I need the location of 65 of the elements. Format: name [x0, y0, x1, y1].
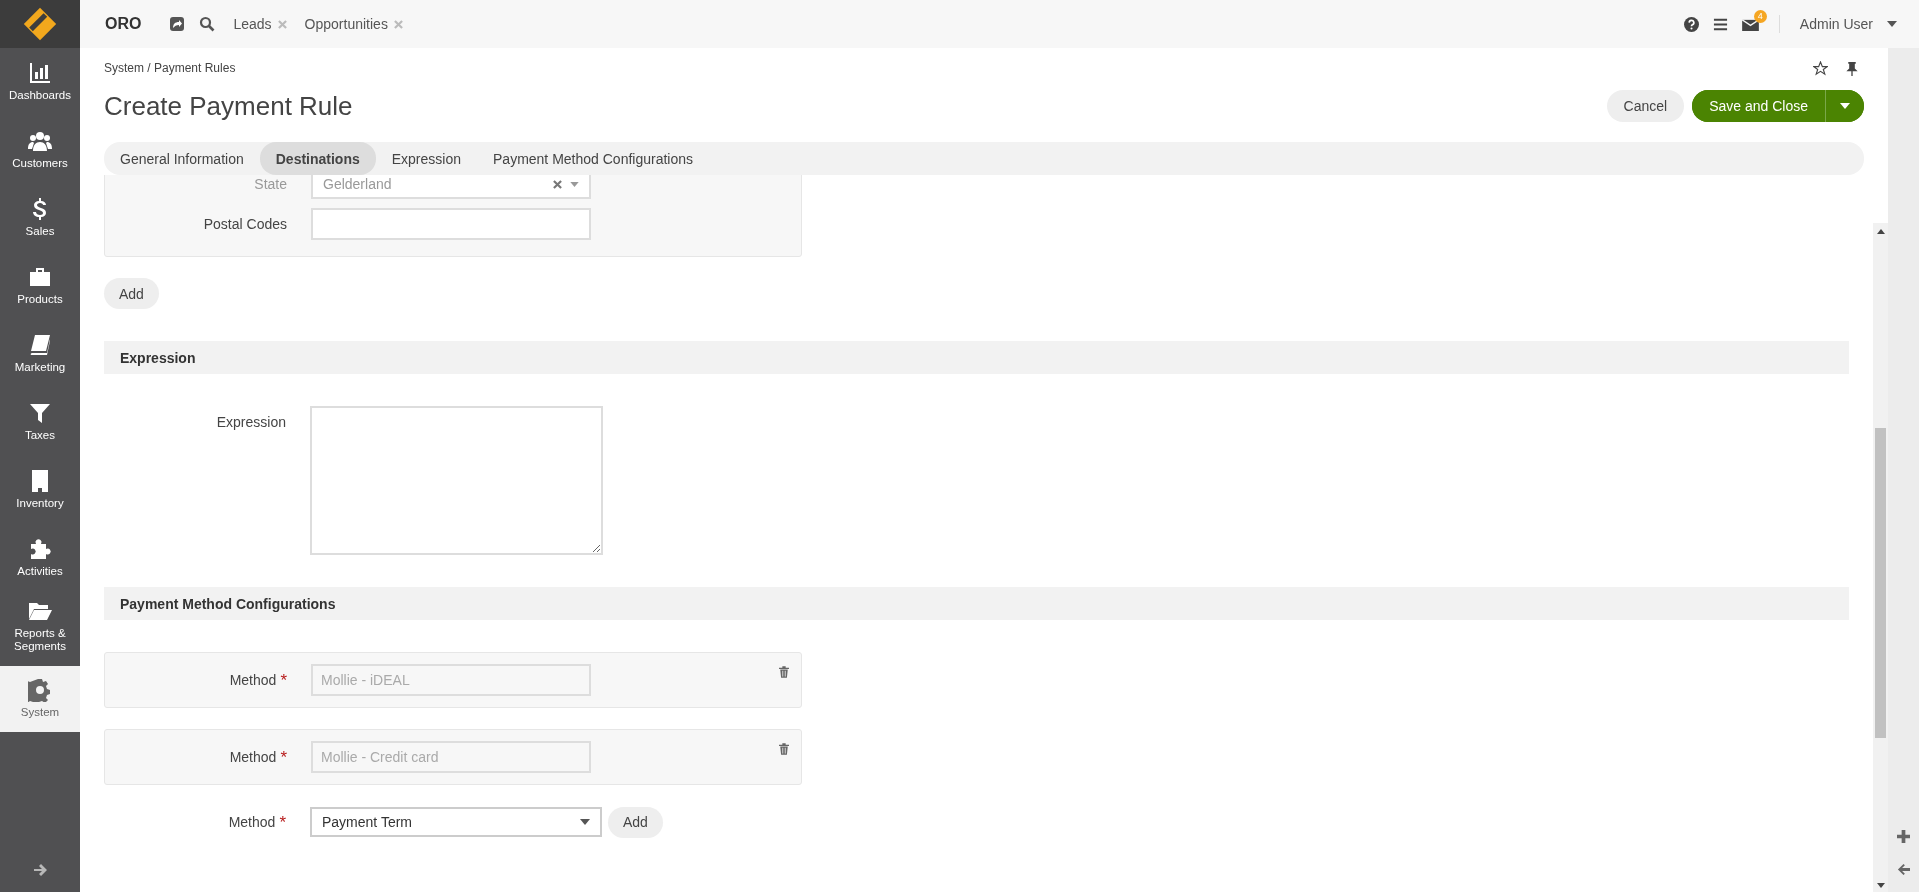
field-label: Expression	[215, 414, 286, 430]
scrollbar[interactable]	[1873, 223, 1888, 892]
add-button[interactable]: Add	[104, 278, 159, 309]
puzzle-icon	[28, 537, 52, 562]
people-icon	[28, 129, 52, 154]
pinned-tab[interactable]: Opportunities	[304, 16, 388, 32]
page-title: Create Payment Rule	[104, 90, 353, 122]
breadcrumb: System / Payment Rules	[104, 61, 236, 75]
field-label: Postal Codes	[202, 216, 287, 232]
save-options-button[interactable]	[1825, 90, 1864, 122]
field-label: State	[253, 176, 287, 192]
logo-icon[interactable]	[22, 6, 58, 42]
delete-icon[interactable]	[779, 743, 789, 755]
add-button[interactable]: Add	[608, 806, 663, 838]
scroll-down-icon[interactable]	[1876, 883, 1885, 888]
menu-icon[interactable]	[1712, 16, 1728, 32]
sidebar-item[interactable]: Inventory	[0, 456, 80, 524]
notification-badge: 4	[1753, 9, 1767, 23]
funnel-icon	[28, 401, 52, 426]
sidebar-item[interactable]: Activities	[0, 524, 80, 592]
sidebar-item[interactable]: Taxes	[0, 388, 80, 456]
section-header: Expression	[104, 341, 1849, 374]
caret-icon[interactable]	[1887, 21, 1897, 27]
caret-icon	[580, 819, 590, 825]
arrow-right-icon[interactable]	[32, 862, 48, 878]
pinned-tab[interactable]: Leads	[233, 16, 272, 32]
star-icon[interactable]	[1813, 60, 1828, 76]
tab[interactable]: Expression	[375, 142, 477, 175]
sidebar-item[interactable]: Reports & Segments	[0, 592, 80, 660]
book-icon	[28, 333, 52, 358]
sidebar-item[interactable]: Customers	[0, 116, 80, 184]
tab[interactable]: Payment Method Configurations	[477, 142, 709, 175]
delete-icon[interactable]	[779, 666, 789, 678]
envelope-icon[interactable]	[1741, 17, 1759, 31]
field-label: Method	[229, 748, 277, 766]
required-mark: *	[280, 671, 287, 689]
required-mark: *	[279, 813, 286, 831]
required-mark: *	[280, 748, 287, 766]
tab[interactable]: General Information	[104, 142, 260, 175]
sidebar-item[interactable]: System	[0, 666, 80, 732]
arrow-left-icon[interactable]	[1897, 863, 1910, 876]
share-icon[interactable]	[169, 16, 186, 32]
scroll-up-icon[interactable]	[1876, 229, 1885, 234]
plus-icon[interactable]	[1897, 830, 1910, 843]
help-icon[interactable]	[1683, 16, 1699, 32]
tab[interactable]: Destinations	[259, 142, 376, 175]
method-select[interactable]: Payment Term	[310, 807, 602, 837]
field-label: Method	[228, 813, 276, 831]
sidebar-item[interactable]: Dashboards	[0, 48, 80, 116]
search-icon[interactable]	[199, 16, 216, 32]
postal-codes-field[interactable]	[311, 208, 591, 240]
caret-icon	[570, 181, 579, 187]
user-menu[interactable]: Admin User	[1799, 16, 1873, 32]
caret-icon	[1840, 103, 1850, 109]
section-header: Payment Method Configurations	[104, 587, 1849, 620]
sidebar-item[interactable]: Marketing	[0, 320, 80, 388]
chart-icon	[28, 61, 52, 86]
sidebar-item[interactable]: Sales	[0, 184, 80, 252]
cancel-button[interactable]: Cancel	[1606, 90, 1685, 122]
expression-field[interactable]	[310, 406, 603, 555]
pin-icon[interactable]	[1846, 60, 1858, 76]
sidebar-item[interactable]: Products	[0, 252, 80, 320]
brand-name[interactable]: ORO	[105, 15, 142, 33]
field-label: Method	[229, 671, 277, 689]
clear-icon[interactable]	[553, 179, 562, 189]
